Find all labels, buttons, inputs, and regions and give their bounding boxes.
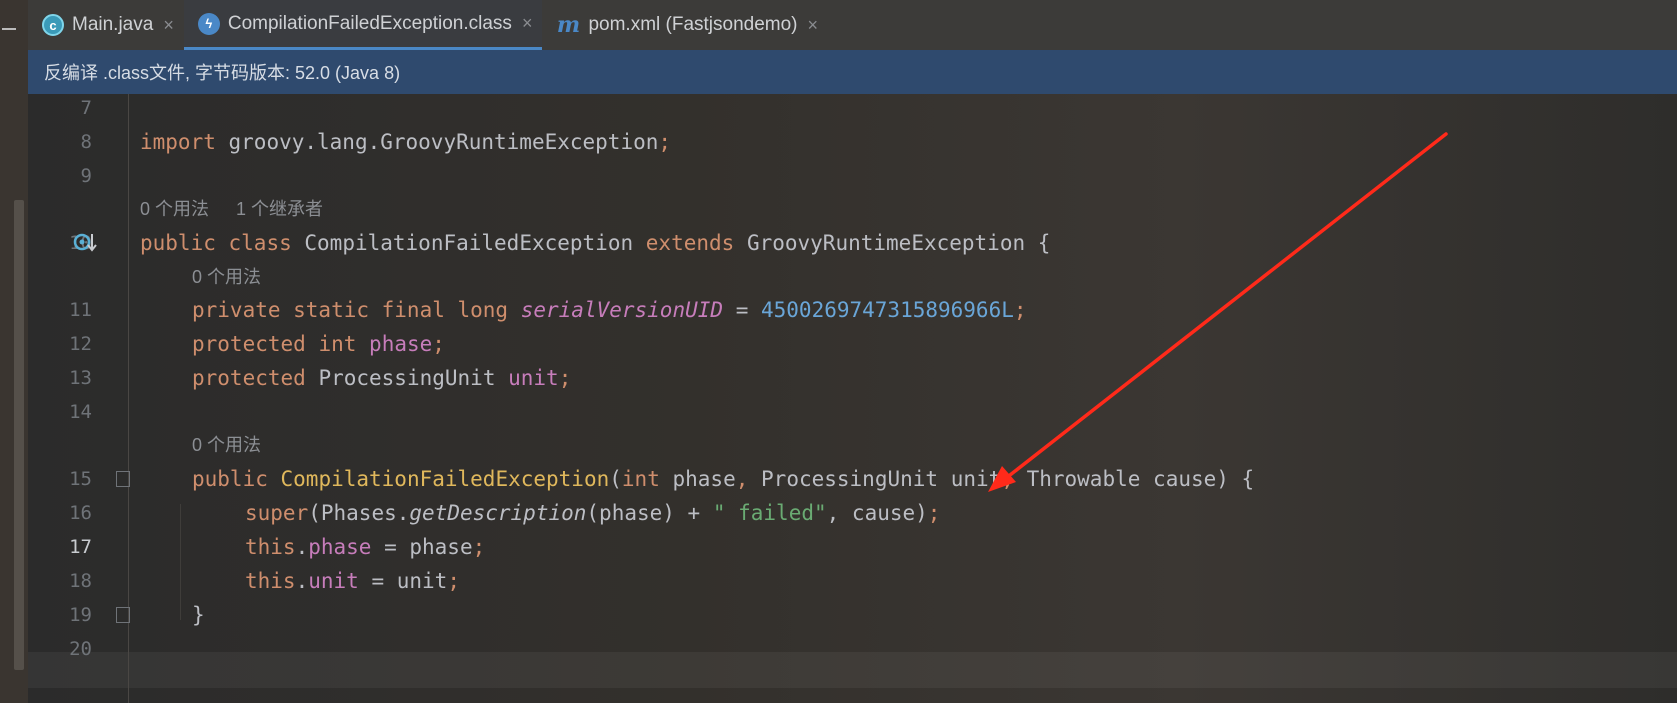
tab-pom-xml[interactable]: m pom.xml (Fastjsondemo) ×: [542, 0, 828, 50]
collapse-icon[interactable]: [2, 28, 16, 30]
maven-icon: m: [556, 12, 581, 38]
left-tool-strip: [0, 0, 28, 703]
compiled-class-icon: ϟ: [197, 12, 220, 35]
tab-compilation-failed-exception[interactable]: ϟ CompilationFailedException.class ×: [183, 0, 543, 50]
tab-label: CompilationFailedException.class: [227, 12, 512, 34]
tab-label: Main.java: [72, 14, 154, 35]
banner-text: 反编译 .class文件, 字节码版本: 52.0 (Java 8): [44, 63, 401, 83]
tab-label: pom.xml (Fastjsondemo): [588, 14, 798, 35]
decompiled-info-banner: 反编译 .class文件, 字节码版本: 52.0 (Java 8): [28, 50, 1677, 94]
tab-main-java[interactable]: c Main.java ×: [28, 0, 184, 50]
code-editor[interactable]: 7 8 import groovy.lang.GroovyRuntimeExce…: [28, 94, 1677, 703]
scrollbar[interactable]: [14, 200, 24, 670]
close-icon[interactable]: ×: [808, 15, 819, 36]
close-icon[interactable]: ×: [163, 15, 174, 36]
java-class-icon: c: [42, 14, 64, 36]
annotation-arrow: [988, 132, 1448, 492]
editor-tab-bar: c Main.java × ϟ CompilationFailedExcepti…: [28, 0, 1677, 50]
close-icon[interactable]: ×: [522, 13, 533, 34]
